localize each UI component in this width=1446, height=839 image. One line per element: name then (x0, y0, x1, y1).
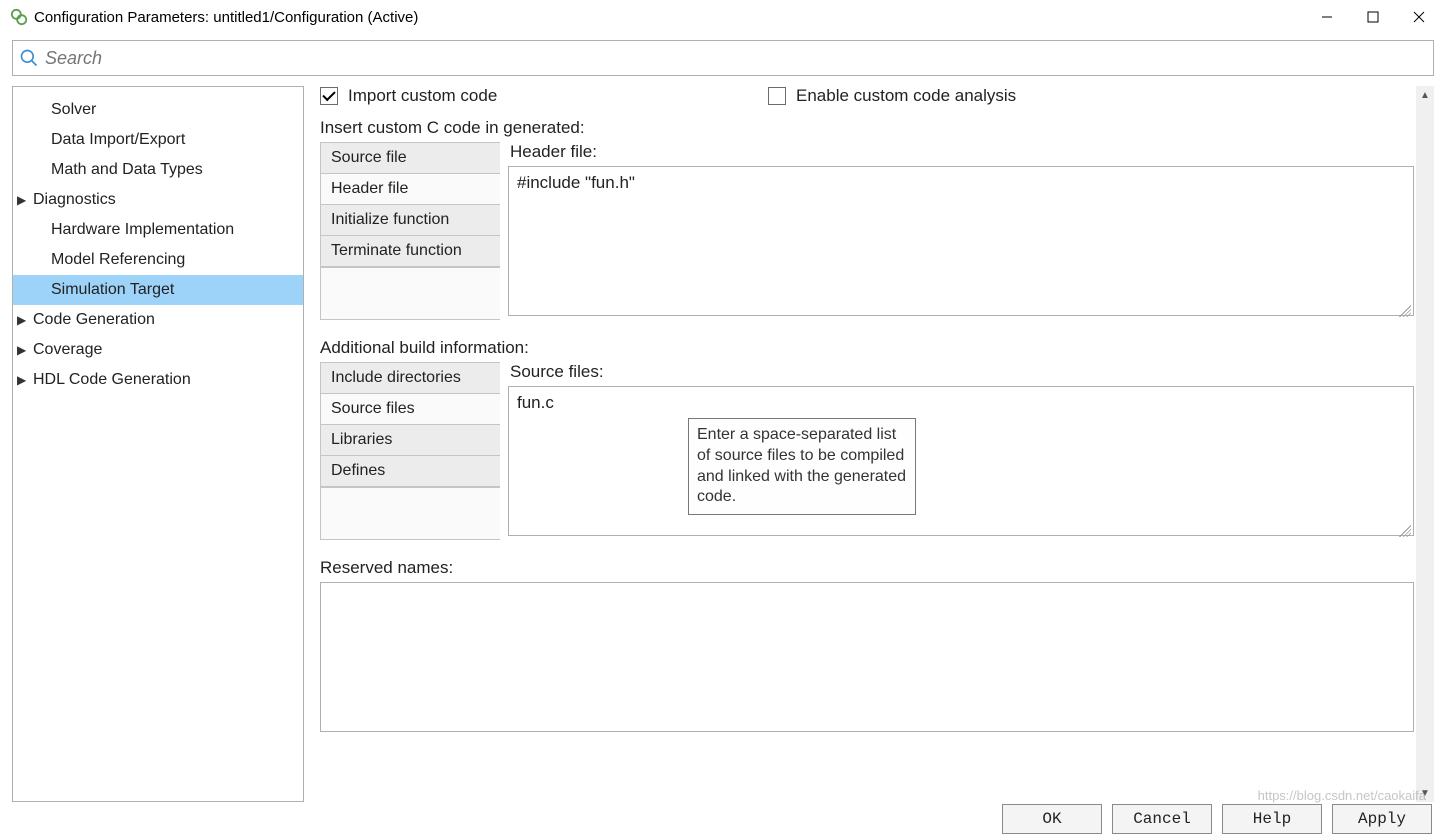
sidebar-item-hdl-code-generation[interactable]: ▶HDL Code Generation (13, 365, 303, 395)
search-input[interactable] (45, 48, 1427, 69)
minimize-button[interactable] (1304, 3, 1350, 31)
maximize-button[interactable] (1350, 3, 1396, 31)
additional-section-label: Additional build information: (320, 338, 1414, 358)
help-button[interactable]: Help (1222, 804, 1322, 834)
tab-source-file[interactable]: Source file (321, 143, 500, 174)
enable-custom-code-analysis-checkbox[interactable] (768, 87, 786, 105)
chevron-right-icon: ▶ (17, 193, 31, 207)
import-custom-code-label: Import custom code (348, 86, 497, 106)
sidebar-item-diagnostics[interactable]: ▶Diagnostics (13, 185, 303, 215)
header-file-textarea[interactable] (508, 166, 1414, 316)
sidebar-item-code-generation[interactable]: ▶Code Generation (13, 305, 303, 335)
app-icon (10, 8, 28, 26)
tab-defines[interactable]: Defines (321, 456, 500, 487)
chevron-right-icon: ▶ (17, 373, 31, 387)
scroll-up-icon[interactable]: ▲ (1416, 86, 1434, 104)
additional-tabs: Include directories Source files Librari… (320, 362, 500, 540)
import-custom-code-checkbox[interactable] (320, 87, 338, 105)
tab-source-files[interactable]: Source files (321, 394, 500, 425)
sidebar-item-hardware-implementation[interactable]: Hardware Implementation (13, 215, 303, 245)
search-box[interactable] (12, 40, 1434, 76)
sidebar-item-model-referencing[interactable]: Model Referencing (13, 245, 303, 275)
tab-terminate-function[interactable]: Terminate function (321, 236, 500, 267)
apply-button[interactable]: Apply (1332, 804, 1432, 834)
sidebar-item-data-import-export[interactable]: Data Import/Export (13, 125, 303, 155)
window-title: Configuration Parameters: untitled1/Conf… (34, 9, 1304, 26)
content-panel: Import custom code Enable custom code an… (320, 86, 1434, 802)
title-bar: Configuration Parameters: untitled1/Conf… (0, 0, 1446, 34)
tab-header-file[interactable]: Header file (321, 174, 500, 205)
cancel-button[interactable]: Cancel (1112, 804, 1212, 834)
header-file-label: Header file: (508, 142, 1414, 162)
source-files-textarea[interactable] (508, 386, 1414, 536)
tab-initialize-function[interactable]: Initialize function (321, 205, 500, 236)
chevron-right-icon: ▶ (17, 313, 31, 327)
insert-tabs: Source file Header file Initialize funct… (320, 142, 500, 320)
chevron-right-icon: ▶ (17, 343, 31, 357)
reserved-names-label: Reserved names: (320, 558, 1414, 578)
search-icon (19, 48, 39, 68)
source-files-tooltip: Enter a space-separated list of source f… (688, 418, 916, 515)
category-tree: Solver Data Import/Export Math and Data … (12, 86, 304, 802)
enable-custom-code-analysis-label: Enable custom code analysis (796, 86, 1016, 106)
tab-libraries[interactable]: Libraries (321, 425, 500, 456)
close-button[interactable] (1396, 3, 1442, 31)
sidebar-item-simulation-target[interactable]: Simulation Target (13, 275, 303, 305)
insert-section-label: Insert custom C code in generated: (320, 118, 1414, 138)
sidebar-item-coverage[interactable]: ▶Coverage (13, 335, 303, 365)
sidebar-item-solver[interactable]: Solver (13, 95, 303, 125)
reserved-names-textarea[interactable] (320, 582, 1414, 732)
tab-include-directories[interactable]: Include directories (321, 363, 500, 394)
vertical-scrollbar[interactable]: ▲ ▼ (1416, 86, 1434, 802)
ok-button[interactable]: OK (1002, 804, 1102, 834)
dialog-footer: OK Cancel Help Apply (1002, 799, 1432, 839)
sidebar-item-math-data-types[interactable]: Math and Data Types (13, 155, 303, 185)
source-files-label: Source files: (508, 362, 1414, 382)
